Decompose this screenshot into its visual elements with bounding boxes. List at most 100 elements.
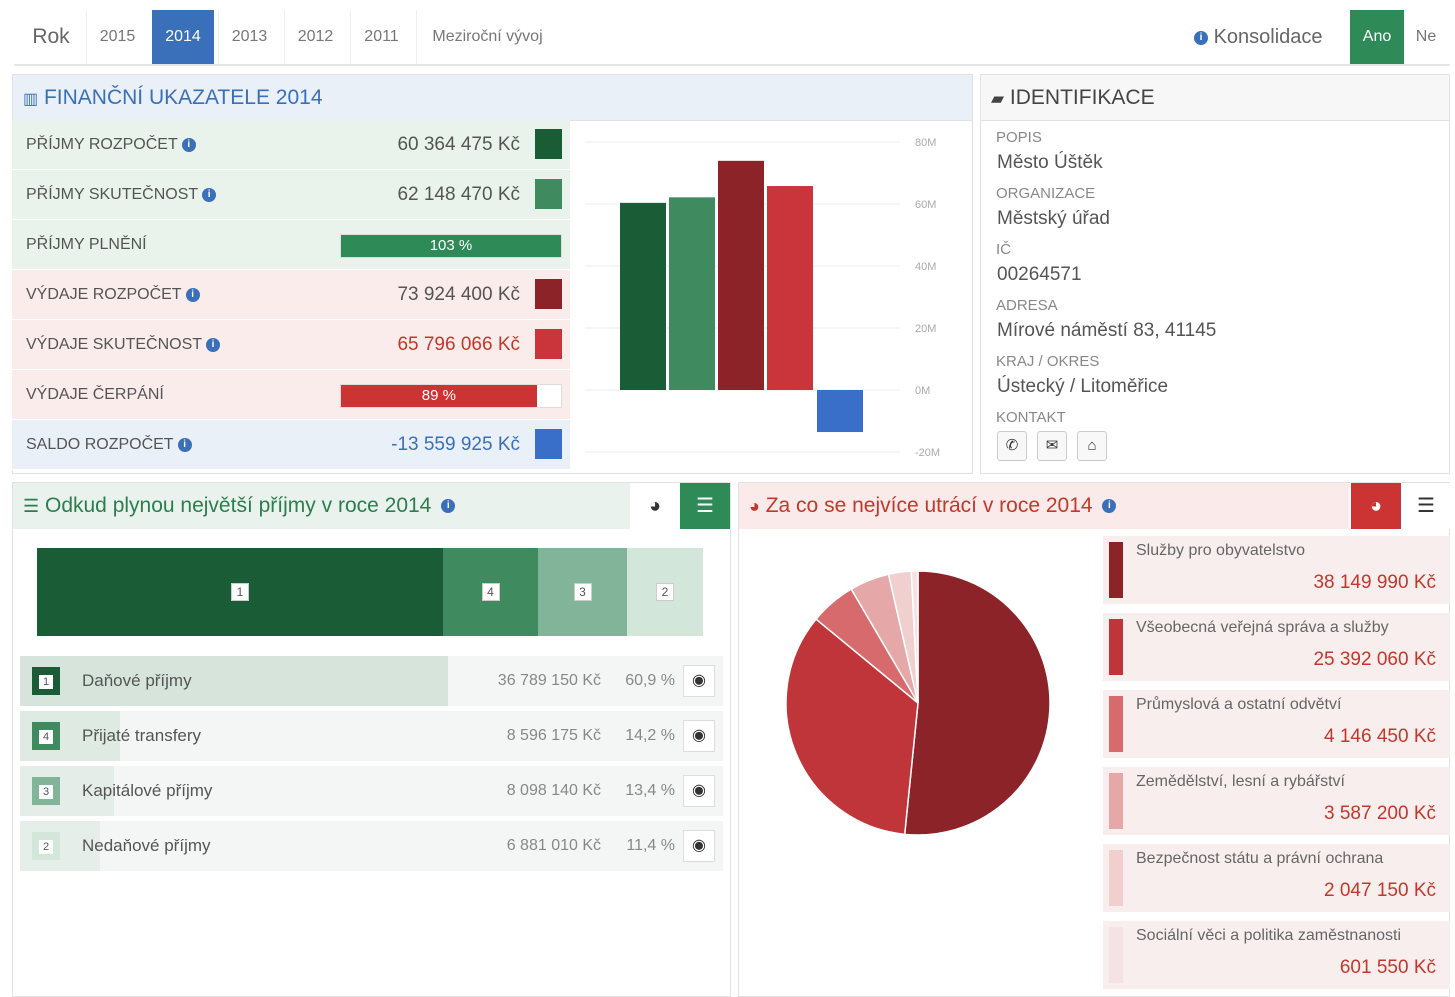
indicator-color-swatch <box>535 329 562 359</box>
identification-field-label: ADRESA <box>996 297 1058 314</box>
income-segment[interactable]: 1 <box>37 548 443 636</box>
indicator-value: 62 148 470 Kč <box>397 184 520 205</box>
income-row-amount: 36 789 150 Kč <box>497 672 601 689</box>
income-row-name: Daňové příjmy <box>82 671 192 690</box>
year-tab-2013[interactable]: 2013 <box>218 10 280 64</box>
info-icon[interactable]: i <box>202 187 217 202</box>
income-row-number-box: 2 <box>32 832 60 860</box>
income-header: ☰ Odkud plynou největší příjmy v roce 20… <box>13 483 630 529</box>
year-label: Rok <box>32 25 70 48</box>
info-icon[interactable]: i <box>177 437 192 452</box>
eye-icon[interactable]: ◉ <box>683 720 715 752</box>
list-view-button[interactable]: ☰ <box>1401 483 1451 529</box>
financial-panel-header: ▥ FINANČNÍ UKAZATELE 2014 <box>13 75 972 121</box>
spending-name: Všeobecná veřejná správa a služby <box>1136 619 1389 636</box>
list-view-button[interactable]: ☰ <box>680 483 730 529</box>
indicator-color-swatch <box>535 129 562 159</box>
income-segment[interactable]: 4 <box>443 548 538 636</box>
income-row-amount: 8 098 140 Kč <box>506 782 601 799</box>
year-tab-trend[interactable]: Meziroční vývoj <box>416 10 558 64</box>
year-tab-2011[interactable]: 2011 <box>350 10 412 64</box>
spending-name: Služby pro obyvatelstvo <box>1136 542 1305 559</box>
financial-panel-title: FINANČNÍ UKAZATELE 2014 <box>43 86 323 109</box>
income-row-percent: 14,2 % <box>625 727 675 744</box>
income-row: 1 Daňové příjmy 36 789 150 Kč 60,9 % ◉ <box>20 656 723 706</box>
info-icon[interactable]: i <box>441 499 456 514</box>
identification-field-label: POPIS <box>996 129 1042 146</box>
consolidation-text: Konsolidace <box>1213 26 1323 48</box>
indicator-row: PŘÍJMY SKUTEČNOST i 62 148 470 Kč <box>12 170 570 220</box>
info-icon[interactable]: i <box>185 287 200 302</box>
identification-field-value: Městský úřad <box>997 208 1110 229</box>
spending-amount: 601 550 Kč <box>1339 957 1436 978</box>
info-icon[interactable]: i <box>1194 30 1208 45</box>
spending-name: Průmyslová a ostatní odvětví <box>1136 696 1342 713</box>
contact-label: KONTAKT <box>996 409 1066 426</box>
indicator-label: SALDO ROZPOČET i <box>26 420 192 470</box>
income-row: 2 Nedaňové příjmy 6 881 010 Kč 11,4 % ◉ <box>20 821 723 871</box>
book-icon: ▰ <box>991 89 1005 108</box>
year-tab-2012[interactable]: 2012 <box>284 10 346 64</box>
spending-row[interactable]: Zemědělství, lesní a rybářství 3 587 200 … <box>1103 767 1450 835</box>
bar <box>620 202 666 390</box>
envelope-icon[interactable]: ✉ <box>1037 431 1067 461</box>
eye-icon[interactable]: ◉ <box>683 665 715 697</box>
progress-bar: 103 % <box>340 234 562 258</box>
identification-header: ▰ IDENTIFIKACE <box>981 75 1449 121</box>
spending-row[interactable]: Sociální věci a politika zaměstnanosti 60… <box>1103 921 1450 989</box>
spending-row[interactable]: Všeobecná veřejná správa a služby 25 392 … <box>1103 613 1450 681</box>
income-row-name: Nedaňové příjmy <box>82 836 211 855</box>
progress-fill: 103 % <box>341 235 561 257</box>
income-row-percent: 11,4 % <box>626 837 675 854</box>
year-tab-2014[interactable]: 2014 <box>152 10 214 64</box>
spending-row[interactable]: Bezpečnost státu a právní ochrana 2 047 1… <box>1103 844 1450 912</box>
y-tick-label: 60M <box>915 199 936 211</box>
spending-amount: 2 047 150 Kč <box>1324 880 1436 901</box>
pie-view-button[interactable]: ◕ <box>1351 483 1401 529</box>
home-icon[interactable]: ⌂ <box>1077 431 1107 461</box>
bar <box>767 186 813 390</box>
spending-row[interactable]: Služby pro obyvatelstvo 38 149 990 Kč <box>1103 536 1450 604</box>
segment-number: 2 <box>656 583 674 601</box>
income-row: 4 Přijaté transfery 8 596 175 Kč 14,2 % ◉ <box>20 711 723 761</box>
spending-color-bar <box>1109 927 1123 983</box>
income-row-number-box: 3 <box>32 777 60 805</box>
eye-icon[interactable]: ◉ <box>683 775 715 807</box>
indicator-label-text: PŘÍJMY ROZPOČET <box>26 136 178 153</box>
segment-number: 1 <box>231 583 249 601</box>
year-tab-2015[interactable]: 2015 <box>86 10 148 64</box>
progress-fill: 89 % <box>341 385 537 407</box>
indicator-label: VÝDAJE ČERPÁNÍ <box>26 370 164 420</box>
pie-slice[interactable] <box>903 570 1051 836</box>
indicator-value: 73 924 400 Kč <box>397 284 520 305</box>
income-row-number: 3 <box>39 785 53 799</box>
info-icon[interactable]: i <box>206 337 221 352</box>
year-toolbar: Rok 2015 2014 2013 2012 2011 Meziroční v… <box>14 10 1450 66</box>
segment-number: 3 <box>573 583 592 601</box>
bar-chart-icon: ▥ <box>23 91 39 108</box>
eye-icon[interactable]: ◉ <box>683 830 715 862</box>
y-tick-label: -20M <box>915 447 940 459</box>
consolidation-no-button[interactable]: Ne <box>1404 10 1448 64</box>
info-icon[interactable]: i <box>181 137 196 152</box>
info-icon[interactable]: i <box>1102 499 1117 514</box>
income-title: Odkud plynou největší příjmy v roce 2014 <box>44 494 432 517</box>
indicator-value: 65 796 066 Kč <box>397 334 520 355</box>
income-row-amount: 8 596 175 Kč <box>506 727 601 744</box>
indicator-label-text: VÝDAJE SKUTEČNOST <box>26 336 203 353</box>
indicator-row: VÝDAJE SKUTEČNOST i 65 796 066 Kč <box>12 320 570 370</box>
indicator-label: VÝDAJE SKUTEČNOST i <box>26 320 221 370</box>
list-icon: ☰ <box>23 496 40 516</box>
income-row-number-box: 4 <box>32 722 60 750</box>
indicator-color-swatch <box>535 179 562 209</box>
pie-view-button[interactable]: ◕ <box>630 483 680 529</box>
spending-pie-chart <box>785 570 1051 836</box>
spending-row[interactable]: Průmyslová a ostatní odvětví 4 146 450 Kč <box>1103 690 1450 758</box>
spending-amount: 3 587 200 Kč <box>1324 803 1436 824</box>
bar <box>817 390 863 433</box>
spending-amount: 38 149 990 Kč <box>1313 572 1436 593</box>
income-segment[interactable]: 2 <box>627 548 703 636</box>
consolidation-yes-button[interactable]: Ano <box>1350 10 1404 64</box>
income-segment[interactable]: 3 <box>538 548 627 636</box>
phone-icon[interactable]: ✆ <box>997 431 1027 461</box>
